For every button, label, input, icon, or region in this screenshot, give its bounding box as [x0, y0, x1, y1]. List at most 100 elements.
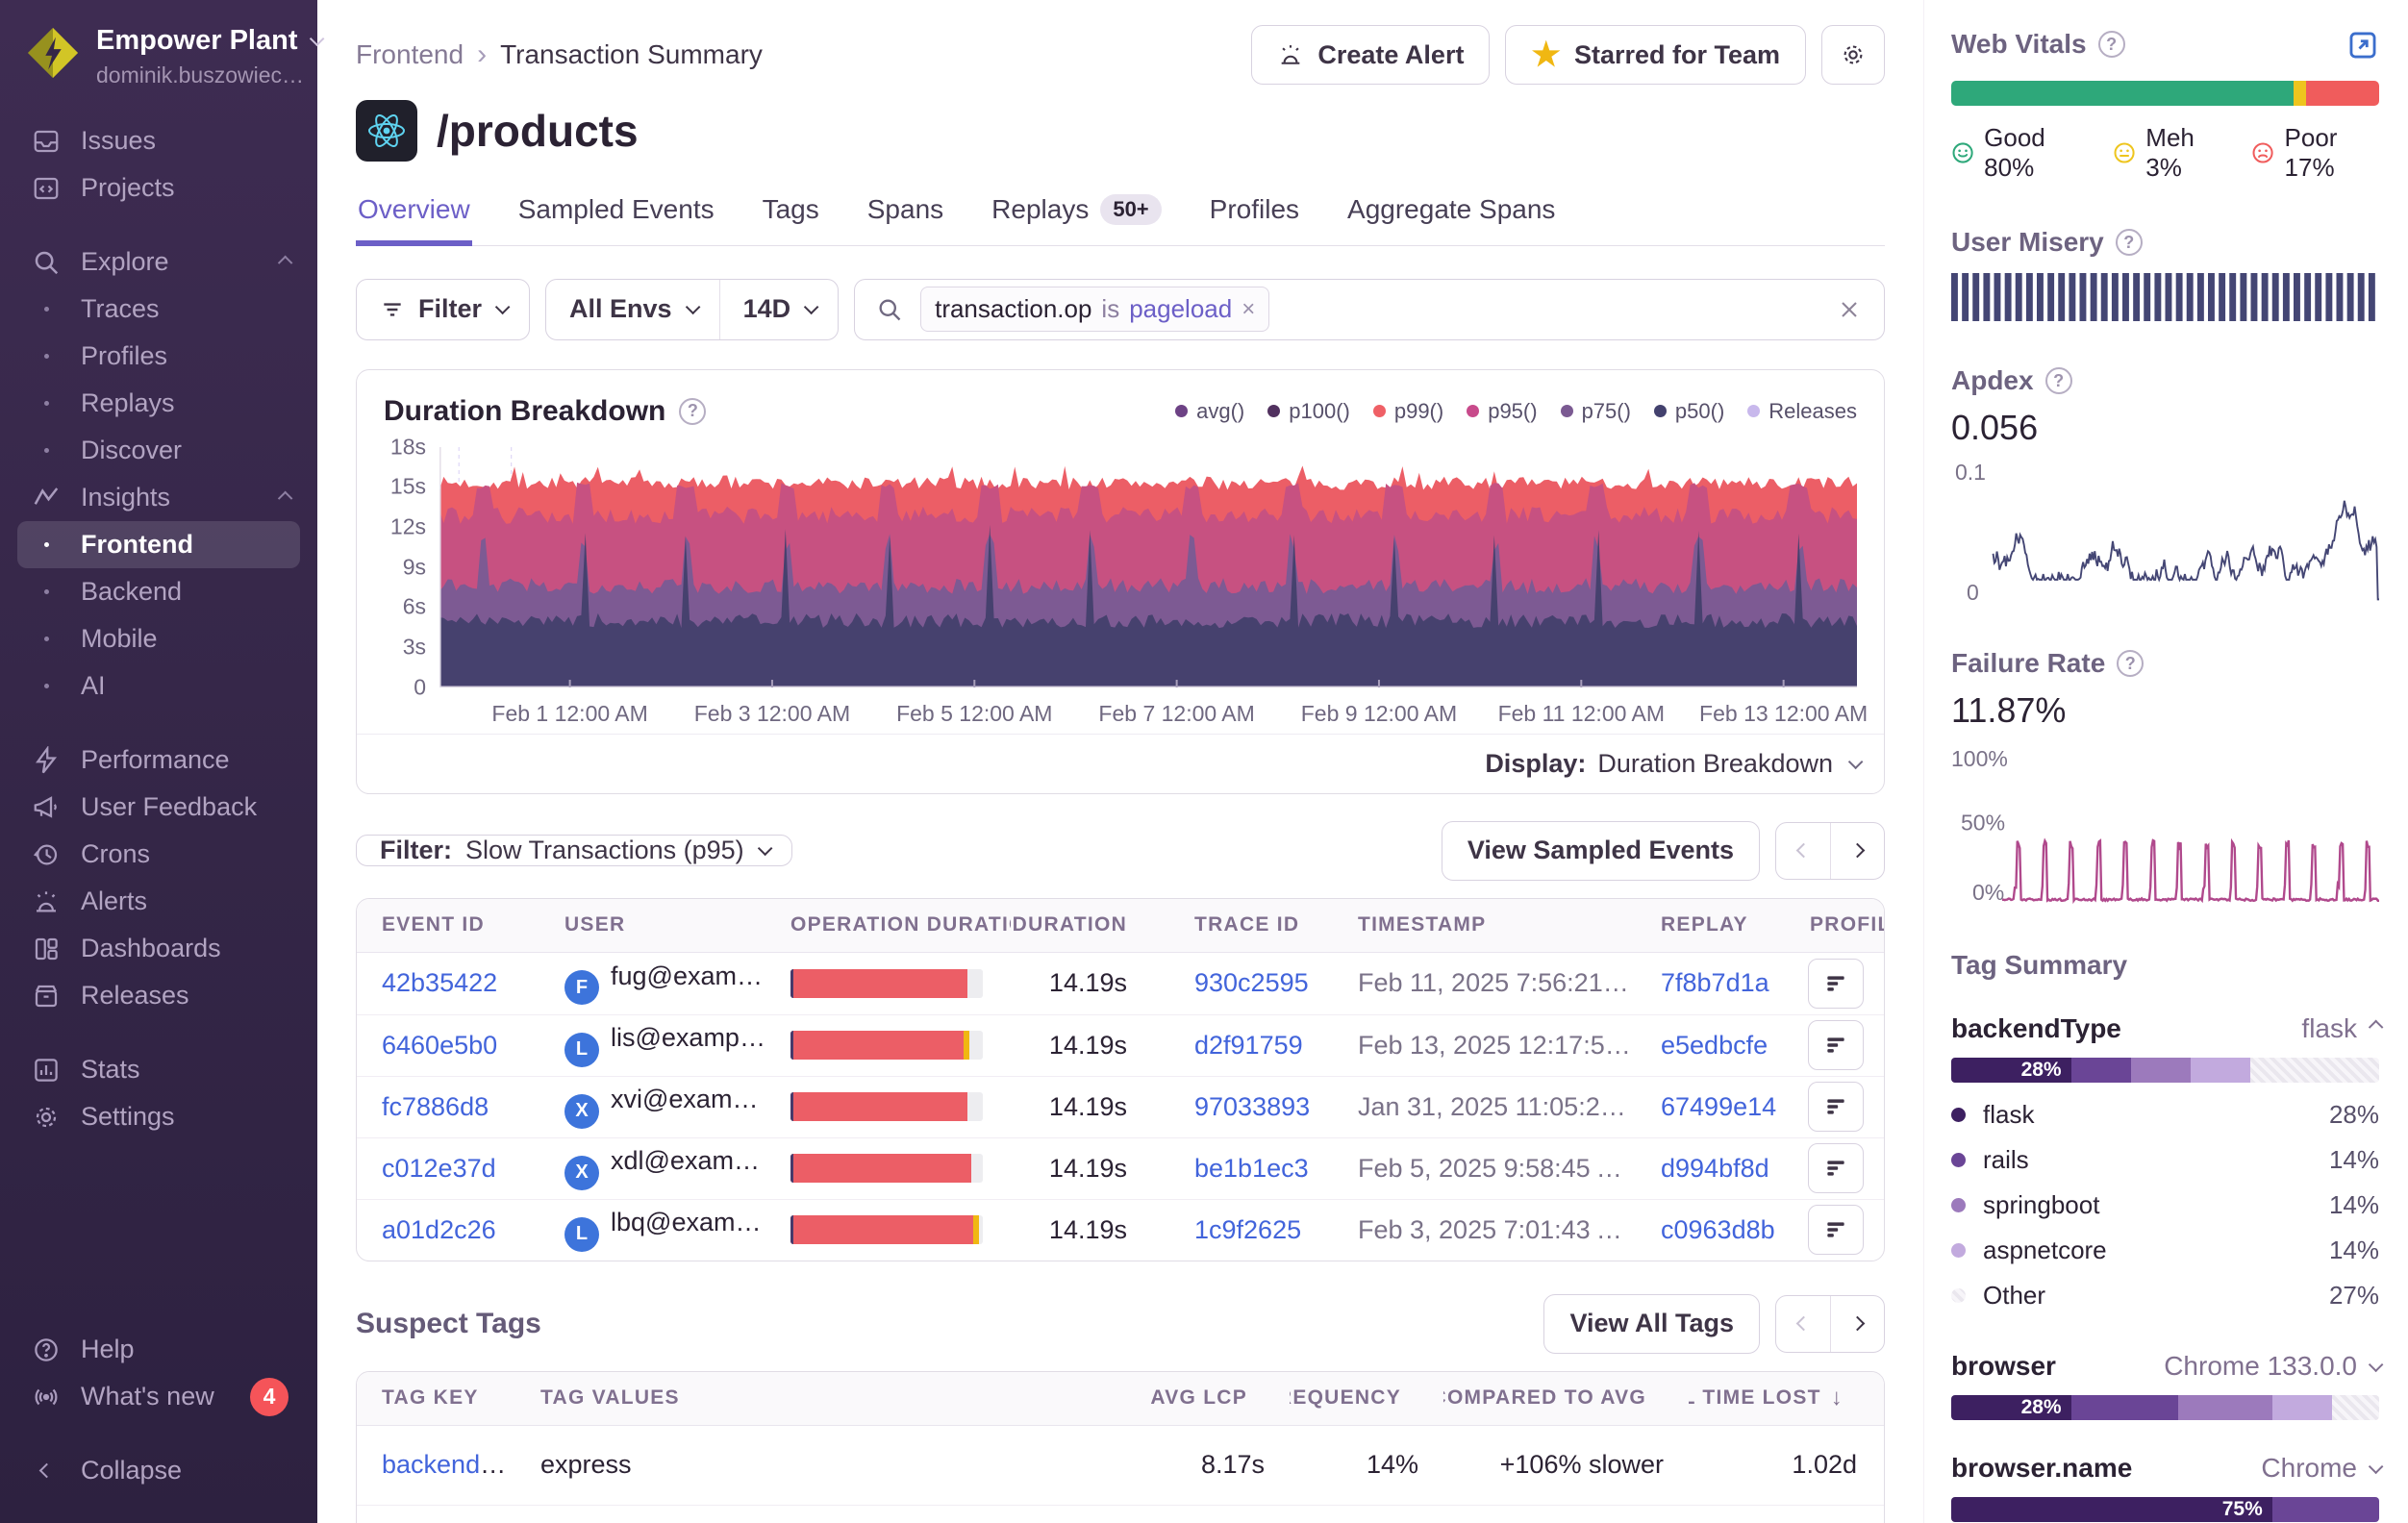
- tab-sampled-events[interactable]: Sampled Events: [516, 192, 716, 246]
- column-header[interactable]: TRACE ID: [1169, 913, 1333, 936]
- sidebar-item-replays[interactable]: Replays: [17, 380, 300, 427]
- event-id-link[interactable]: 6460e5b0: [382, 1031, 497, 1060]
- event-id-link[interactable]: a01d2c26: [382, 1215, 496, 1244]
- filter-dropdown[interactable]: Filter: [356, 279, 530, 340]
- tab-profiles[interactable]: Profiles: [1208, 192, 1301, 246]
- column-header[interactable]: TAG VALUES: [515, 1386, 1145, 1410]
- info-icon[interactable]: ?: [679, 398, 706, 425]
- next-page-button[interactable]: [1830, 1296, 1884, 1352]
- tag-selected-value[interactable]: Chrome: [2261, 1453, 2379, 1484]
- trace-id-link[interactable]: 930c2595: [1194, 968, 1309, 997]
- trace-id-link[interactable]: 1c9f2625: [1194, 1215, 1301, 1244]
- token-remove-icon[interactable]: ×: [1242, 296, 1255, 323]
- tag-legend-item[interactable]: Other27%: [1951, 1273, 2379, 1318]
- sidebar-item-traces[interactable]: Traces: [17, 286, 300, 333]
- tab-spans[interactable]: Spans: [865, 192, 945, 246]
- transactions-filter-dropdown[interactable]: Filter: Slow Transactions (p95): [356, 835, 792, 866]
- legend-item[interactable]: p99(): [1373, 399, 1443, 424]
- profile-button[interactable]: [1808, 959, 1864, 1009]
- sidebar-item-crons[interactable]: Crons: [17, 831, 300, 878]
- tag-distribution-bar[interactable]: 28%: [1951, 1395, 2379, 1420]
- display-selector[interactable]: Display: Duration Breakdown: [357, 734, 1884, 793]
- sidebar-item-ai[interactable]: AI: [17, 662, 300, 710]
- column-header[interactable]: REPLAY: [1636, 913, 1785, 936]
- profile-button[interactable]: [1808, 1205, 1864, 1255]
- sidebar-item-mobile[interactable]: Mobile: [17, 615, 300, 662]
- profile-button[interactable]: [1808, 1020, 1864, 1070]
- column-header[interactable]: TOTAL DURATION: [1011, 913, 1169, 936]
- trace-id-link[interactable]: d2f91759: [1194, 1031, 1303, 1060]
- view-all-tags-button[interactable]: View All Tags: [1543, 1294, 1760, 1354]
- previous-page-button[interactable]: [1776, 823, 1830, 879]
- tab-aggregate-spans[interactable]: Aggregate Spans: [1345, 192, 1557, 246]
- tag-group-header[interactable]: backendTypeflask: [1951, 1013, 2379, 1044]
- column-header[interactable]: FREQUENCY: [1290, 1386, 1443, 1410]
- tag-distribution-bar[interactable]: 28%: [1951, 1058, 2379, 1083]
- date-range-selector[interactable]: 14D: [719, 280, 839, 339]
- sidebar-item-user-feedback[interactable]: User Feedback: [17, 784, 300, 831]
- search-token[interactable]: transaction.op is pageload ×: [920, 287, 1269, 332]
- sidebar-item-settings[interactable]: Settings: [17, 1093, 300, 1140]
- tag-selected-value[interactable]: Chrome 133.0.0: [2164, 1351, 2379, 1382]
- sidebar-item-profiles[interactable]: Profiles: [17, 333, 300, 380]
- sidebar-item-alerts[interactable]: Alerts: [17, 878, 300, 925]
- org-switcher[interactable]: Empower Plant dominik.buszowiec…: [17, 25, 300, 88]
- column-header[interactable]: TOTAL TIME LOST↓: [1689, 1385, 1885, 1411]
- replay-id-link[interactable]: 7f8b7d1a: [1661, 968, 1769, 997]
- sidebar-item-explore[interactable]: Explore: [17, 238, 300, 286]
- sidebar-item-projects[interactable]: Projects: [17, 164, 300, 212]
- sidebar-collapse-button[interactable]: Collapse: [17, 1447, 300, 1494]
- sidebar-item-dashboards[interactable]: Dashboards: [17, 925, 300, 972]
- legend-item[interactable]: p100(): [1267, 399, 1350, 424]
- legend-item[interactable]: Releases: [1747, 399, 1857, 424]
- column-header[interactable]: TIMESTAMP: [1333, 913, 1636, 936]
- event-id-link[interactable]: c012e37d: [382, 1154, 496, 1183]
- replay-id-link[interactable]: d994bf8d: [1661, 1154, 1769, 1183]
- sidebar-item-help[interactable]: Help: [17, 1326, 300, 1373]
- column-header[interactable]: EVENT ID: [357, 913, 539, 936]
- duration-chart-plot[interactable]: Feb 1 12:00 AMFeb 3 12:00 AMFeb 5 12:00 …: [439, 447, 1857, 732]
- info-icon[interactable]: ?: [2045, 367, 2072, 394]
- profile-button[interactable]: [1808, 1143, 1864, 1193]
- tag-legend-item[interactable]: rails14%: [1951, 1137, 2379, 1183]
- external-link-icon[interactable]: [2346, 29, 2379, 62]
- tag-distribution-bar[interactable]: 75%: [1951, 1497, 2379, 1522]
- event-id-link[interactable]: fc7886d8: [382, 1092, 489, 1121]
- legend-item[interactable]: p75(): [1561, 399, 1631, 424]
- info-icon[interactable]: ?: [2116, 229, 2143, 256]
- tab-tags[interactable]: Tags: [761, 192, 821, 246]
- replay-id-link[interactable]: 67499e14: [1661, 1092, 1776, 1121]
- next-page-button[interactable]: [1830, 823, 1884, 879]
- sidebar-item-discover[interactable]: Discover: [17, 427, 300, 474]
- replay-id-link[interactable]: c0963d8b: [1661, 1215, 1775, 1244]
- tag-legend-item[interactable]: springboot14%: [1951, 1183, 2379, 1228]
- info-icon[interactable]: ?: [2117, 650, 2144, 677]
- trace-id-link[interactable]: be1b1ec3: [1194, 1154, 1309, 1183]
- tag-legend-item[interactable]: aspnetcore14%: [1951, 1228, 2379, 1273]
- tag-key-link[interactable]: backendType: [382, 1450, 515, 1479]
- starred-for-team-button[interactable]: ★ Starred for Team: [1505, 25, 1806, 85]
- tag-group-header[interactable]: browserChrome 133.0.0: [1951, 1351, 2379, 1382]
- column-header[interactable]: USER: [539, 913, 765, 936]
- tag-group-header[interactable]: browser.nameChrome: [1951, 1453, 2379, 1484]
- event-id-link[interactable]: 42b35422: [382, 968, 497, 997]
- sidebar-item-backend[interactable]: Backend: [17, 568, 300, 615]
- sidebar-item-performance[interactable]: Performance: [17, 737, 300, 784]
- legend-item[interactable]: p95(): [1467, 399, 1537, 424]
- sidebar-item-stats[interactable]: Stats: [17, 1046, 300, 1093]
- sidebar-item-insights[interactable]: Insights: [17, 474, 300, 521]
- tab-overview[interactable]: Overview: [356, 192, 472, 246]
- search-input[interactable]: transaction.op is pageload ×: [854, 279, 1885, 340]
- clear-search-icon[interactable]: [1836, 296, 1863, 323]
- tag-selected-value[interactable]: flask: [2301, 1013, 2379, 1044]
- trace-id-link[interactable]: 97033893: [1194, 1092, 1310, 1121]
- sidebar-item-issues[interactable]: Issues: [17, 117, 300, 164]
- profile-button[interactable]: [1808, 1082, 1864, 1132]
- column-header[interactable]: COMPARED TO AVG: [1443, 1386, 1689, 1410]
- replay-id-link[interactable]: e5edbcfe: [1661, 1031, 1768, 1060]
- column-header[interactable]: PROFILE: [1785, 913, 1885, 936]
- column-header[interactable]: OPERATION DURATION?: [765, 911, 1011, 938]
- legend-item[interactable]: avg(): [1175, 399, 1244, 424]
- column-header[interactable]: TAG KEY: [357, 1386, 515, 1410]
- breadcrumb-frontend[interactable]: Frontend: [356, 39, 464, 70]
